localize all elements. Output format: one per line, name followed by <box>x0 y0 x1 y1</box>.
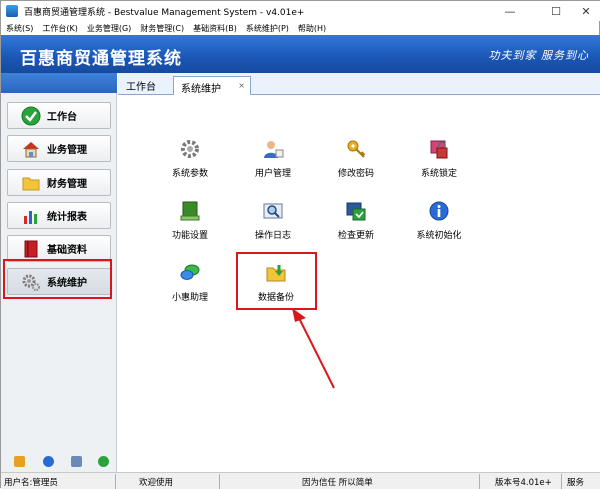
func-system-lock[interactable]: 系统锁定 <box>404 138 474 188</box>
func-label: 系统锁定 <box>420 169 457 179</box>
menu-finance[interactable]: 财务管理(C) <box>140 23 184 34</box>
user-icon <box>262 138 284 160</box>
menu-system[interactable]: 系统(S) <box>6 23 33 34</box>
status-welcome: 欢迎使用 <box>139 478 174 488</box>
sidebar-bottom-toolbar <box>1 453 117 471</box>
func-label: 功能设置 <box>171 231 208 241</box>
func-label: 操作日志 <box>254 231 291 241</box>
highlight-box-sidebar <box>3 259 112 299</box>
sidebar-item-basic-data[interactable]: 基础资料 <box>7 235 111 262</box>
menu-business[interactable]: 业务管理(G) <box>87 23 131 34</box>
tool-add-icon[interactable] <box>98 456 109 467</box>
check-icon <box>21 106 41 126</box>
status-bar: 用户名:管理员 欢迎使用 因为信任 所以简单 版本号4.01e+ 服务 <box>1 472 600 489</box>
func-system-params[interactable]: 系统参数 <box>155 138 225 188</box>
tool-edit-icon[interactable] <box>14 456 25 467</box>
lock-icon <box>428 138 450 160</box>
tab-workbench[interactable]: 工作台 <box>126 78 156 93</box>
sidebar-item-label: 基础资料 <box>47 245 87 256</box>
status-user: 用户名:管理员 <box>4 478 58 488</box>
title-bar: 百惠商贸通管理系统 - Bestvalue Management System … <box>1 1 600 21</box>
func-label: 用户管理 <box>254 169 291 179</box>
tab-maintenance[interactable]: 系统维护 × <box>173 76 251 95</box>
func-label: 系统参数 <box>171 169 208 179</box>
minimize-button[interactable]: — <box>495 1 525 21</box>
tab-bar: 工作台 系统维护 × <box>118 73 600 95</box>
info-icon <box>428 200 450 222</box>
sidebar-item-workbench[interactable]: 工作台 <box>7 102 111 129</box>
status-service: 服务 <box>567 478 585 488</box>
window-title: 百惠商贸通管理系统 - Bestvalue Management System … <box>24 7 305 18</box>
banner-slogan: 功夫到家 服务到心 <box>488 49 589 62</box>
func-label: 小惠助理 <box>171 293 208 303</box>
func-change-password[interactable]: 修改密码 <box>321 138 391 188</box>
menu-workbench[interactable]: 工作台(K) <box>42 23 78 34</box>
func-label: 修改密码 <box>337 169 374 179</box>
func-operation-log[interactable]: 操作日志 <box>238 200 308 250</box>
tool-window-icon[interactable] <box>71 456 82 467</box>
func-system-init[interactable]: 系统初始化 <box>404 200 474 250</box>
gear-icon <box>179 138 201 160</box>
settings-book-icon <box>179 200 201 222</box>
sidebar-item-reports[interactable]: 统计报表 <box>7 202 111 229</box>
house-icon <box>21 139 41 159</box>
sidebar-item-label: 统计报表 <box>47 212 87 223</box>
status-version: 版本号4.01e+ <box>495 478 552 488</box>
book-icon <box>21 239 41 259</box>
bar-chart-icon <box>21 206 41 226</box>
status-motto: 因为信任 所以简单 <box>302 478 373 488</box>
sidebar-item-business[interactable]: 业务管理 <box>7 135 111 162</box>
menu-bar: 系统(S) 工作台(K) 业务管理(G) 财务管理(C) 基础资料(B) 系统维… <box>1 21 600 35</box>
tab-label: 系统维护 <box>181 84 221 95</box>
menu-basic-data[interactable]: 基础资料(B) <box>193 23 237 34</box>
tab-close-icon[interactable]: × <box>238 81 245 90</box>
sidebar: 工作台 业务管理 财务管理 统计报表 基础资料 系统维护 <box>1 73 117 472</box>
key-icon <box>345 138 367 160</box>
chat-icon <box>179 262 201 284</box>
menu-maintenance[interactable]: 系统维护(P) <box>246 23 289 34</box>
func-label: 系统初始化 <box>416 231 462 241</box>
sidebar-item-label: 业务管理 <box>47 145 87 156</box>
sidebar-item-finance[interactable]: 财务管理 <box>7 169 111 196</box>
func-check-update[interactable]: 检查更新 <box>321 200 391 250</box>
folder-icon <box>21 173 41 193</box>
func-assistant[interactable]: 小惠助理 <box>155 262 225 312</box>
func-user-management[interactable]: 用户管理 <box>238 138 308 188</box>
sidebar-item-label: 财务管理 <box>47 179 87 190</box>
app-window: 百惠商贸通管理系统 - Bestvalue Management System … <box>0 0 600 489</box>
func-label: 检查更新 <box>337 231 374 241</box>
maximize-button[interactable]: ☐ <box>541 1 571 21</box>
annotation-arrow <box>292 308 335 389</box>
sidebar-item-label: 工作台 <box>47 112 77 123</box>
sidebar-header <box>1 73 117 93</box>
menu-help[interactable]: 帮助(H) <box>298 23 326 34</box>
app-icon <box>6 5 18 17</box>
tool-info-icon[interactable] <box>43 456 54 467</box>
func-feature-settings[interactable]: 功能设置 <box>155 200 225 250</box>
close-button[interactable]: ✕ <box>571 1 600 21</box>
header-banner: 百惠商贸通管理系统 功夫到家 服务到心 <box>1 35 600 73</box>
banner-title: 百惠商贸通管理系统 <box>20 49 182 69</box>
highlight-box-backup <box>236 252 317 310</box>
update-icon <box>345 200 367 222</box>
log-search-icon <box>262 200 284 222</box>
